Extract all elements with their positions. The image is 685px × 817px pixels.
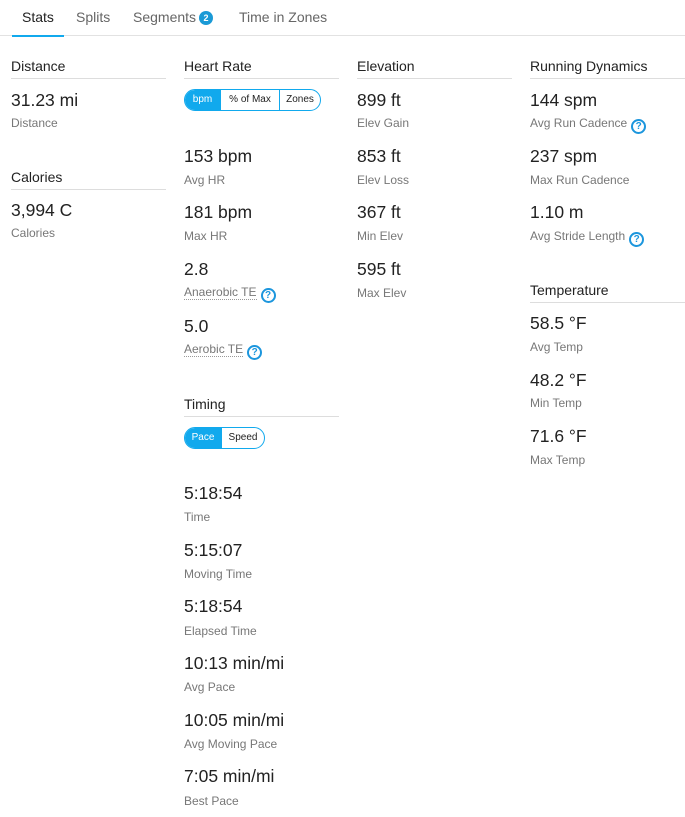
anaerobic-te-value: 2.8 [184, 259, 209, 279]
distance-value: 31.23 mi [11, 90, 79, 110]
avg-stride-length-value: 1.10 m [530, 202, 584, 222]
time-value: 5:18:54 [184, 483, 243, 503]
calories-label: Calories [11, 226, 56, 240]
timing-section-title: Timing [184, 396, 339, 417]
calories-value: 3,994 C [11, 200, 73, 220]
help-icon[interactable]: ? [631, 119, 647, 134]
avg-run-cadence-label: Avg Run Cadence [530, 116, 628, 130]
calories-section-title: Calories [11, 169, 166, 190]
toggle-pace[interactable]: Pace [185, 428, 221, 448]
segments-count-badge: 2 [199, 11, 214, 25]
elapsed-time-value: 5:18:54 [184, 596, 243, 616]
max-elev-value: 595 ft [357, 259, 401, 279]
anaerobic-te-label-row: Anaerobic TE? [184, 285, 276, 303]
heart-rate-section-title: Heart Rate [184, 58, 339, 79]
elevation-section-title: Elevation [357, 58, 512, 79]
elev-loss-label: Elev Loss [357, 173, 410, 187]
avg-stride-length-label-row: Avg Stride Length? [530, 229, 645, 247]
tab-splits[interactable]: Splits [76, 9, 110, 36]
avg-pace-value: 10:13 min/mi [184, 653, 285, 673]
avg-hr-label: Avg HR [184, 173, 226, 187]
max-hr-value: 181 bpm [184, 202, 253, 222]
toggle-percent-of-max[interactable]: % of Max [220, 90, 279, 110]
help-icon[interactable]: ? [260, 288, 276, 303]
time-label: Time [184, 510, 211, 524]
help-icon[interactable]: ? [247, 345, 263, 360]
max-temp-label: Max Temp [530, 453, 586, 467]
avg-run-cadence-label-row: Avg Run Cadence? [530, 116, 647, 134]
min-temp-value: 48.2 °F [530, 370, 587, 390]
active-tab-indicator [12, 35, 64, 37]
avg-pace-label: Avg Pace [184, 680, 236, 694]
avg-moving-pace-label: Avg Moving Pace [184, 737, 278, 751]
toggle-zones[interactable]: Zones [279, 90, 320, 110]
tab-stats[interactable]: Stats [12, 9, 64, 37]
running-dynamics-section-title: Running Dynamics [530, 58, 685, 79]
distance-label: Distance [11, 116, 58, 130]
tab-time-in-zones-label: Time in Zones [239, 9, 328, 25]
elapsed-time-label: Elapsed Time [184, 624, 257, 638]
avg-temp-value: 58.5 °F [530, 313, 587, 333]
aerobic-te-label-row: Aerobic TE? [184, 342, 263, 360]
best-pace-value: 7:05 min/mi [184, 766, 275, 786]
min-elev-label: Min Elev [357, 229, 404, 243]
elev-gain-value: 899 ft [357, 90, 401, 110]
max-elev-label: Max Elev [357, 286, 407, 300]
toggle-speed[interactable]: Speed [221, 428, 264, 448]
elev-loss-value: 853 ft [357, 146, 401, 166]
tab-time-in-zones[interactable]: Time in Zones [239, 9, 327, 36]
tab-splits-label: Splits [76, 9, 111, 25]
tab-stats-label: Stats [22, 9, 54, 25]
min-elev-value: 367 ft [357, 202, 401, 222]
moving-time-value: 5:15:07 [184, 540, 243, 560]
tab-bar: Stats Splits Segments 2 Time in Zones [0, 0, 685, 37]
best-pace-label: Best Pace [184, 794, 239, 808]
aerobic-te-value: 5.0 [184, 316, 209, 336]
avg-stride-length-label: Avg Stride Length [530, 229, 626, 243]
tab-segments-label: Segments [133, 9, 197, 25]
anaerobic-te-label: Anaerobic TE [184, 285, 257, 300]
avg-temp-label: Avg Temp [530, 340, 583, 354]
distance-section-title: Distance [11, 58, 166, 79]
avg-hr-value: 153 bpm [184, 146, 253, 166]
temperature-section-title: Temperature [530, 282, 685, 303]
min-temp-label: Min Temp [530, 396, 582, 410]
heart-rate-unit-toggle: bpm % of Max Zones [184, 89, 321, 111]
max-run-cadence-value: 237 spm [530, 146, 598, 166]
max-hr-label: Max HR [184, 229, 228, 243]
tab-segments[interactable]: Segments 2 [133, 9, 214, 36]
max-temp-value: 71.6 °F [530, 426, 587, 446]
help-icon[interactable]: ? [629, 232, 645, 247]
toggle-bpm[interactable]: bpm [185, 90, 220, 110]
avg-run-cadence-value: 144 spm [530, 90, 598, 110]
elev-gain-label: Elev Gain [357, 116, 410, 130]
max-run-cadence-label: Max Run Cadence [530, 173, 630, 187]
timing-unit-toggle: Pace Speed [184, 427, 265, 449]
aerobic-te-label: Aerobic TE [184, 342, 244, 357]
avg-moving-pace-value: 10:05 min/mi [184, 710, 285, 730]
moving-time-label: Moving Time [184, 567, 253, 581]
